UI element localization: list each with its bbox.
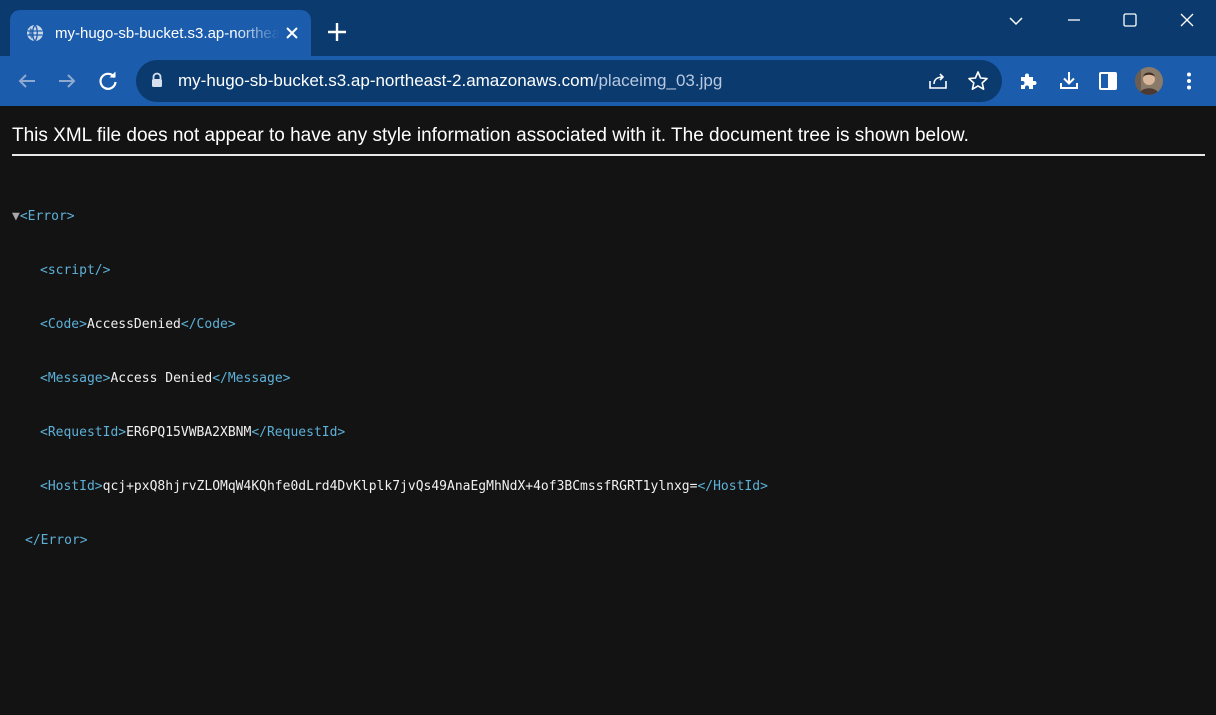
bookmark-star-icon[interactable] [966,69,990,93]
tab-title: my-hugo-sb-bucket.s3.ap-northeast-2.amaz… [55,25,280,42]
xml-requestid-open-tag: <RequestId> [40,425,127,440]
browser-tab[interactable]: my-hugo-sb-bucket.s3.ap-northeast-2.amaz… [10,10,311,56]
extensions-puzzle-icon[interactable] [1015,68,1041,94]
xml-hostid-close-tag: </HostId> [697,479,768,494]
maximize-icon[interactable] [1117,8,1143,34]
globe-icon [27,24,43,42]
xml-script-tag: <script/> [40,263,111,278]
more-menu-icon[interactable] [1176,68,1202,94]
xml-hostid-value: qcj+pxQ8hjrvZLOMqW4KQhfe0dLrd4DvKlplk7jv… [102,479,698,494]
xml-hostid-open-tag: <HostId> [40,479,103,494]
xml-requestid-close-tag: </RequestId> [251,425,346,440]
xml-code-value: AccessDenied [86,317,181,332]
xml-root-close-line: </Error> [12,532,768,550]
collapse-triangle-icon[interactable]: ▼ [12,209,20,224]
xml-message-value: Access Denied [110,371,213,386]
url-host: my-hugo-sb-bucket.s3.ap-northeast-2.amaz… [178,71,594,90]
profile-avatar[interactable] [1135,67,1163,95]
xml-root-open-line[interactable]: ▼<Error> [12,208,768,226]
tab-search-chevron-down-icon[interactable] [1003,8,1029,34]
xml-style-notice: This XML file does not appear to have an… [12,124,1205,156]
profile-photo-icon [1135,67,1163,95]
browser-toolbar: my-hugo-sb-bucket.s3.ap-northeast-2.amaz… [0,56,1216,106]
page-content: This XML file does not appear to have an… [0,106,1216,715]
reload-icon[interactable] [95,68,121,94]
xml-error-close-tag: </Error> [25,533,88,548]
xml-requestid-line: <RequestId>ER6PQ15VWBA2XBNM</RequestId> [12,424,768,442]
xml-message-open-tag: <Message> [40,371,111,386]
lock-icon[interactable] [150,72,164,88]
url-path: /placeimg_03.jpg [593,71,723,90]
close-tab-icon[interactable] [282,23,302,43]
xml-error-open-tag: <Error> [19,209,75,224]
close-window-icon[interactable] [1174,8,1200,34]
xml-script-line: <script/> [12,262,768,280]
xml-message-close-tag: </Message> [212,371,291,386]
xml-code-line: <Code>AccessDenied</Code> [12,316,768,334]
title-bar: my-hugo-sb-bucket.s3.ap-northeast-2.amaz… [0,0,1216,56]
xml-code-open-tag: <Code> [40,317,87,332]
xml-hostid-line: <HostId>qcj+pxQ8hjrvZLOMqW4KQhfe0dLrd4Dv… [12,478,768,496]
minimize-icon[interactable] [1061,8,1087,34]
address-bar[interactable]: my-hugo-sb-bucket.s3.ap-northeast-2.amaz… [136,60,1002,102]
xml-message-line: <Message>Access Denied</Message> [12,370,768,388]
back-arrow-icon[interactable] [14,68,40,94]
download-icon[interactable] [1056,68,1082,94]
share-icon[interactable] [926,69,950,93]
url-text[interactable]: my-hugo-sb-bucket.s3.ap-northeast-2.amaz… [178,70,722,92]
new-tab-icon[interactable] [326,21,348,43]
xml-code-close-tag: </Code> [180,317,236,332]
xml-document-tree: ▼<Error> <script/> <Code>AccessDenied</C… [12,172,768,586]
forward-arrow-icon[interactable] [54,68,80,94]
side-panel-icon[interactable] [1095,68,1121,94]
xml-requestid-value: ER6PQ15VWBA2XBNM [126,425,252,440]
